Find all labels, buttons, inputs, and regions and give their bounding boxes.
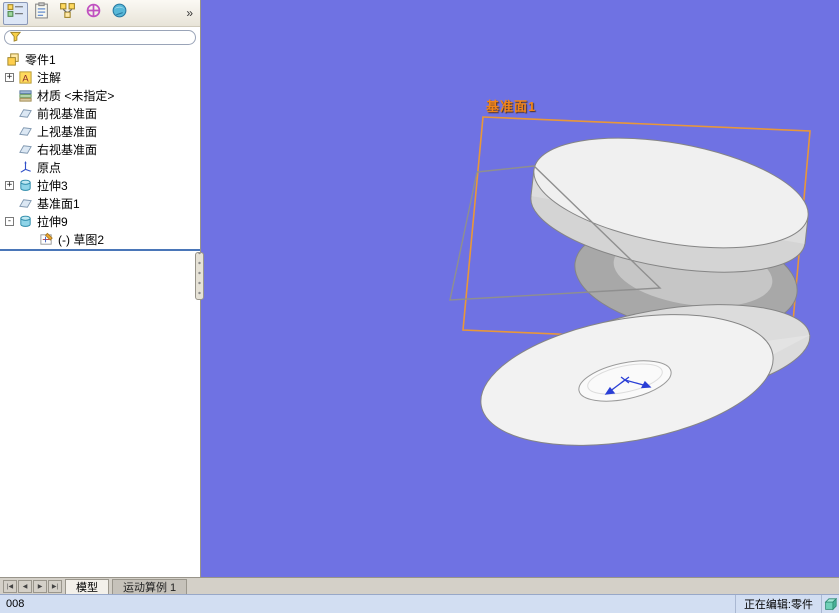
tree-item-right-plane[interactable]: 右视基准面 (0, 140, 200, 158)
tab-model-label: 模型 (76, 582, 98, 594)
tab-motion-study-label: 运动算例 1 (123, 582, 177, 594)
plane-icon (17, 105, 33, 121)
extrude-icon (17, 177, 33, 193)
tree-item-label: 拉伸3 (37, 178, 68, 193)
origin-icon (17, 159, 33, 175)
featuremanager-panel: » 零件1 + A 注解 材质 <未指定> 前视基准面 上视基准面 右视基准面 … (0, 0, 201, 577)
material-icon (17, 87, 33, 103)
plane-icon (17, 123, 33, 139)
status-left-text: 008 (6, 598, 25, 610)
tab-motion-study-1[interactable]: 运动算例 1 (112, 579, 188, 594)
panel-split-divider[interactable] (0, 249, 200, 251)
tree-item-label: 原点 (37, 160, 62, 175)
status-bar: 008 正在编辑:零件 (0, 594, 839, 613)
tree-item-part[interactable]: 零件1 (0, 50, 200, 68)
configurationmanager-icon (59, 2, 76, 24)
tree-item-front-plane[interactable]: 前视基准面 (0, 104, 200, 122)
status-editing-text: 正在编辑:零件 (734, 595, 821, 613)
displaymanager-icon (111, 2, 128, 24)
tree-item-sketch2[interactable]: (-) 草图2 (0, 230, 200, 248)
panel-tab-toolbar: » (0, 0, 200, 27)
study-tab-bar: |◀ ◀ ▶ ▶| 模型 运动算例 1 (0, 577, 839, 594)
dimxpertmanager-icon (85, 2, 102, 24)
tree-item-label: 右视基准面 (37, 142, 98, 157)
annotations-icon: A (17, 69, 33, 85)
model-3d (449, 116, 811, 446)
displaymanager-tab[interactable] (107, 2, 132, 25)
toolbar-overflow-button[interactable]: » (182, 6, 197, 20)
status-mode-icon (821, 595, 839, 613)
tree-item-label: (-) 草图2 (58, 232, 104, 247)
tree-item-label: 注解 (37, 70, 62, 85)
part-icon (5, 51, 21, 67)
filter-funnel-icon (9, 29, 22, 47)
tree-item-label: 上视基准面 (37, 124, 98, 139)
featuremanager-tree-icon (7, 2, 24, 24)
tree-item-plane1[interactable]: 基准面1 (0, 194, 200, 212)
datum-plane-label[interactable]: 基准面1 (486, 96, 536, 115)
svg-text:A: A (22, 73, 29, 83)
tab-scroll-next-button[interactable]: ▶ (33, 580, 47, 593)
sketch-icon (38, 231, 54, 247)
tree-item-origin[interactable]: 原点 (0, 158, 200, 176)
tree-item-label: 前视基准面 (37, 106, 98, 121)
featuremanager-tree: 零件1 + A 注解 材质 <未指定> 前视基准面 上视基准面 右视基准面 原点… (0, 48, 200, 248)
tab-scroll-first-button[interactable]: |◀ (3, 580, 17, 593)
plane-icon (17, 195, 33, 211)
extrude-icon (17, 213, 33, 229)
tab-scroll-last-button[interactable]: ▶| (48, 580, 62, 593)
tree-item-material[interactable]: 材质 <未指定> (0, 86, 200, 104)
propertymanager-tab[interactable] (29, 2, 54, 25)
tree-item-annotations[interactable]: + A 注解 (0, 68, 200, 86)
tree-item-label: 零件1 (25, 52, 56, 67)
tree-item-extrude3[interactable]: + 拉伸3 (0, 176, 200, 194)
filter-row (0, 27, 200, 48)
tree-item-top-plane[interactable]: 上视基准面 (0, 122, 200, 140)
configurationmanager-tab[interactable] (55, 2, 80, 25)
featuremanager-tree-tab[interactable] (3, 1, 28, 25)
dimxpertmanager-tab[interactable] (81, 2, 106, 25)
panel-splitter-handle[interactable] (195, 252, 204, 300)
expand-toggle[interactable]: + (5, 72, 14, 82)
tree-filter-input[interactable] (4, 30, 196, 45)
tree-item-label: 拉伸9 (37, 214, 68, 229)
tree-item-extrude9[interactable]: - 拉伸9 (0, 212, 200, 230)
graphics-area[interactable]: 基准面1 (201, 0, 839, 577)
tree-item-label: 材质 <未指定> (37, 88, 115, 103)
solidworks-window: » 零件1 + A 注解 材质 <未指定> 前视基准面 上视基准面 右视基准面 … (0, 0, 839, 613)
tab-model[interactable]: 模型 (65, 579, 109, 594)
tree-item-label: 基准面1 (37, 196, 80, 211)
tab-scroll-prev-button[interactable]: ◀ (18, 580, 32, 593)
plane-icon (17, 141, 33, 157)
expand-toggle[interactable]: + (5, 180, 14, 190)
expand-toggle[interactable]: - (5, 216, 14, 226)
propertymanager-icon (33, 2, 50, 24)
